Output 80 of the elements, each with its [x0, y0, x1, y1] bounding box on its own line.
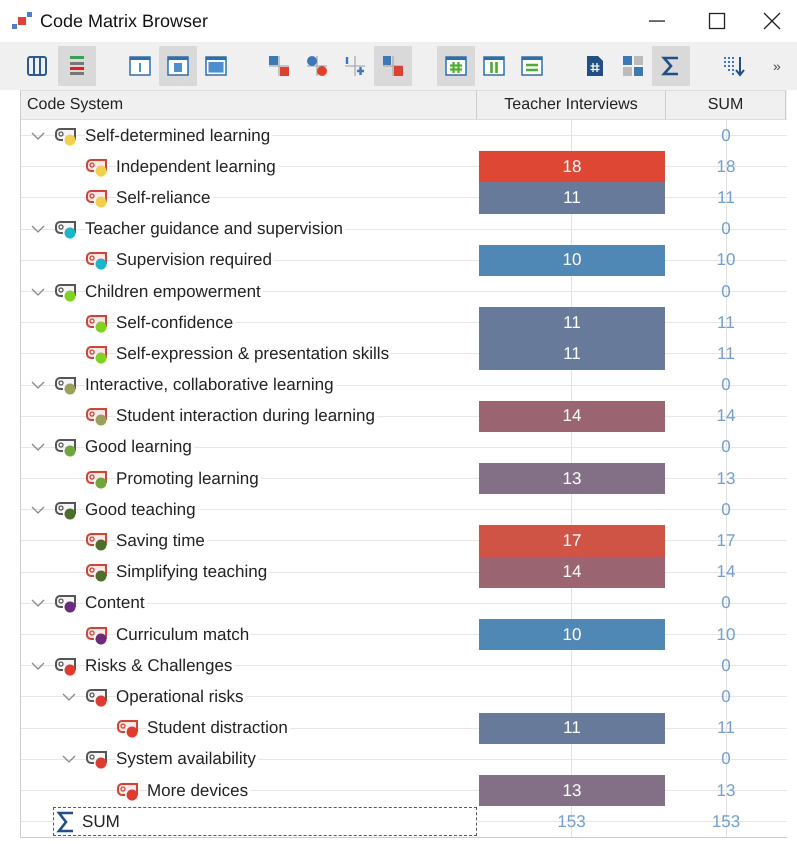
toolbar-button[interactable]	[652, 46, 690, 86]
code-name[interactable]: Operational risks	[116, 686, 246, 707]
matrix-cell[interactable]: 11	[479, 338, 665, 370]
toolbar-button[interactable]	[159, 46, 197, 86]
column-grid-icon	[482, 54, 506, 78]
row-sum: 0	[721, 500, 731, 520]
row-sum: 0	[721, 282, 731, 302]
matrix-cell[interactable]: 13	[479, 463, 665, 494]
code-name[interactable]: Good learning	[85, 437, 194, 458]
matrix-cell[interactable]: 10	[479, 244, 665, 276]
code-name[interactable]: Good teaching	[85, 500, 198, 520]
code-name[interactable]: Saving time	[116, 531, 207, 552]
code-name[interactable]: Children empowerment	[85, 282, 263, 302]
row-sum: 0	[721, 656, 731, 676]
crosses-link-icon	[343, 54, 367, 78]
matrix-cell[interactable]: 11	[479, 182, 665, 214]
code-name[interactable]: Simplifying teaching	[116, 562, 270, 582]
circles-link-icon	[305, 54, 329, 78]
sort-down-icon	[722, 54, 746, 78]
row-sum: 0	[721, 126, 731, 146]
more-tools-button[interactable]: »	[771, 46, 783, 86]
total-count: 153	[557, 812, 586, 832]
toolbar-button[interactable]	[58, 46, 96, 86]
sigma-icon	[56, 810, 76, 833]
minimize-icon	[648, 20, 666, 22]
panel-icon	[166, 54, 190, 78]
row-sum: 0	[721, 686, 731, 707]
matrix-cell[interactable]: 14	[479, 400, 665, 432]
total-sum: 153	[712, 812, 740, 832]
quad-grid-icon	[621, 54, 645, 78]
code-name[interactable]: Self-expression & presentation skills	[116, 344, 392, 364]
row-sum: 14	[716, 562, 736, 582]
row-sum: 14	[716, 406, 736, 426]
matrix-cell[interactable]: 13	[479, 774, 665, 806]
row-sum: 11	[717, 718, 735, 738]
boxed-link-icon	[381, 54, 405, 78]
matrix-cell[interactable]: 18	[479, 151, 665, 182]
columns-icon	[25, 54, 49, 78]
row-sum: 17	[716, 531, 736, 552]
code-name[interactable]: Teacher guidance and supervision	[85, 219, 346, 240]
toolbar-button[interactable]	[437, 46, 475, 86]
matrix-cell[interactable]: 11	[479, 712, 665, 744]
column-header[interactable]: Teacher Interviews	[477, 90, 666, 119]
code-name[interactable]: Risks & Challenges	[85, 656, 234, 676]
row-sum: 0	[721, 219, 731, 240]
matrix-cell[interactable]: 11	[479, 307, 665, 338]
row-sum: 10	[716, 624, 736, 645]
column-header[interactable]: SUM	[666, 90, 786, 119]
row-sum: 10	[716, 250, 736, 270]
row-sum: 11	[717, 312, 735, 333]
row-sum: 11	[717, 188, 735, 208]
row-sum: 0	[721, 593, 731, 614]
panel-icon	[128, 54, 152, 78]
code-name[interactable]: Supervision required	[116, 250, 274, 270]
code-name[interactable]: Independent learning	[116, 156, 278, 177]
row-sum: 18	[716, 156, 736, 177]
row-sum: 13	[716, 468, 736, 489]
row-sum: 13	[716, 780, 736, 801]
code-name[interactable]: Self-determined learning	[85, 126, 272, 146]
matrix-cell[interactable]: 17	[479, 525, 665, 557]
hash-grid-icon	[444, 54, 468, 78]
row-sum: 0	[721, 375, 731, 396]
row-sum: 0	[721, 437, 731, 458]
panel-icon	[204, 54, 228, 78]
matrix-cell[interactable]: 14	[479, 556, 665, 588]
row-grid-icon	[520, 54, 544, 78]
code-name[interactable]: Student interaction during learning	[116, 406, 377, 426]
row-sum: 0	[721, 749, 731, 770]
squares-link-icon	[267, 54, 291, 78]
code-name[interactable]: Promoting learning	[116, 468, 261, 489]
window-title: Code Matrix Browser	[40, 10, 208, 32]
row-sum: 11	[717, 344, 735, 364]
sum-row-label[interactable]: SUM	[53, 807, 477, 836]
maximize-icon	[708, 12, 726, 30]
column-header[interactable]: Code System	[21, 90, 477, 119]
close-icon	[763, 12, 781, 30]
code-name[interactable]: Interactive, collaborative learning	[85, 375, 336, 396]
matrix-cell[interactable]: 10	[479, 619, 665, 650]
app-logo-icon	[12, 10, 34, 32]
code-name[interactable]: System availability	[116, 749, 258, 770]
